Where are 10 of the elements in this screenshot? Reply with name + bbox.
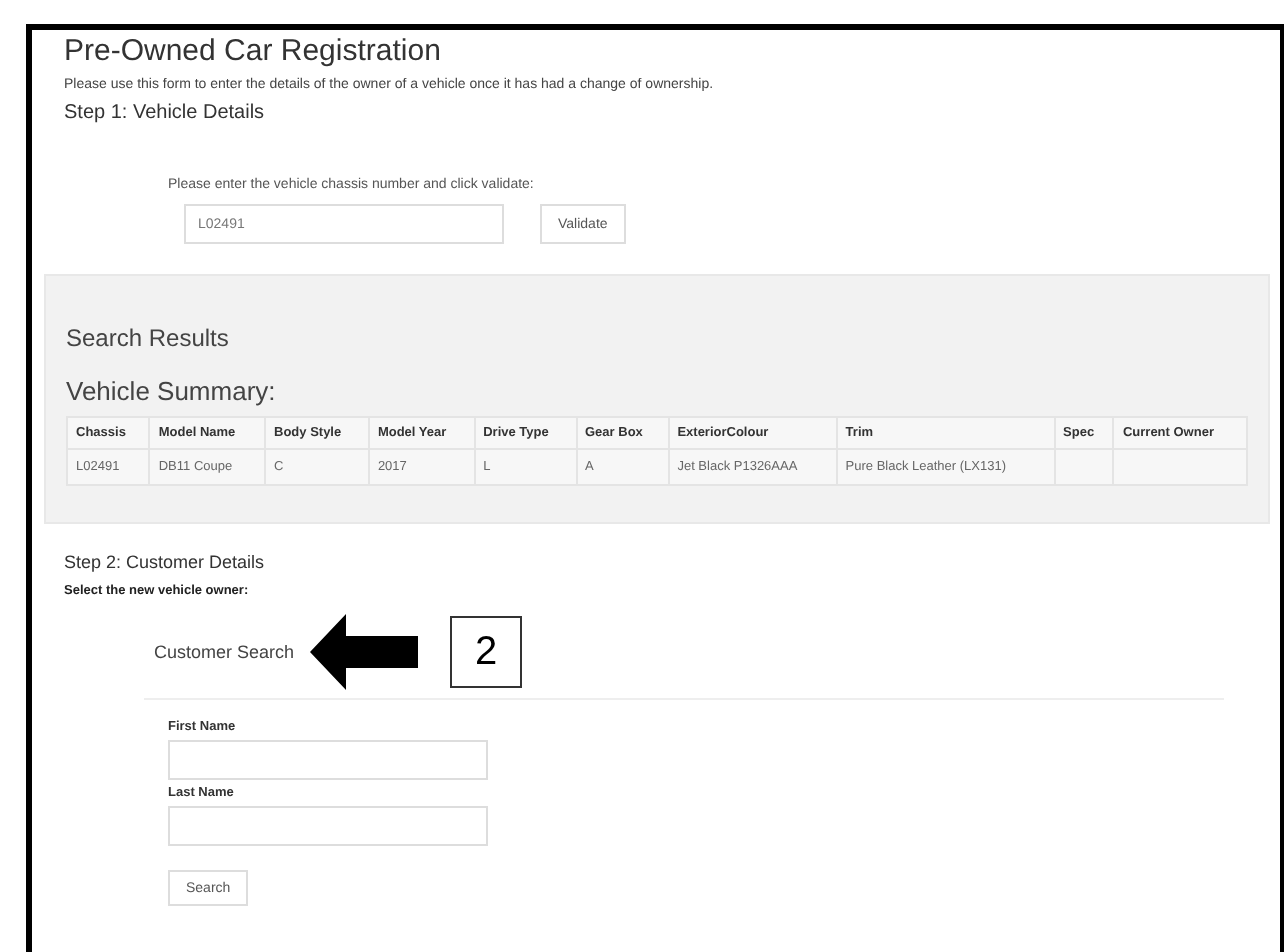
arrow-icon (310, 614, 419, 690)
name-field[interactable] (168, 806, 488, 846)
step-heading: Step 2: Customer Details (64, 552, 267, 572)
summary-heading: Vehicle Summary: (66, 376, 278, 406)
page-title: Pre-Owned Car Registration (64, 34, 443, 68)
name-field[interactable] (168, 740, 488, 780)
step-heading: Step 1: Vehicle Details (64, 102, 267, 124)
callout-number: 2 (450, 616, 523, 688)
results-heading: Search Results (66, 324, 231, 352)
section-heading: Customer Search (154, 642, 295, 662)
